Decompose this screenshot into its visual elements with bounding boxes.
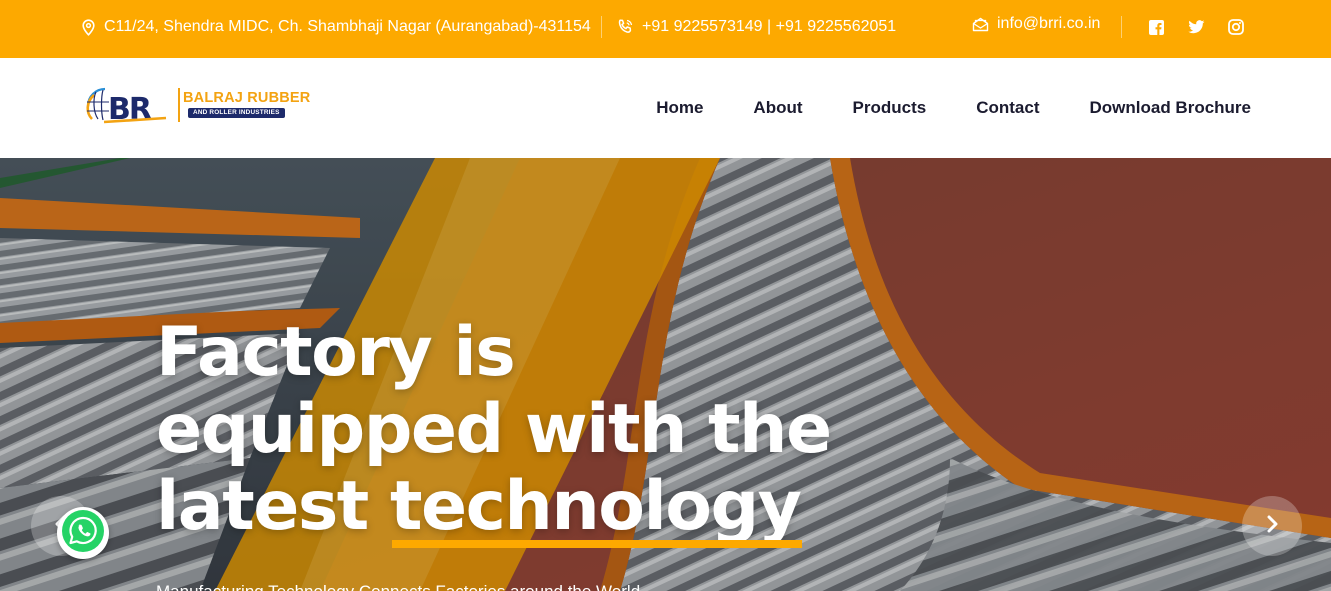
- headline-line-3: latest technology: [156, 467, 916, 548]
- email-info[interactable]: info@brri.co.in: [972, 0, 1100, 51]
- phone-icon: [616, 18, 634, 36]
- headline-line-1: Factory is: [156, 313, 516, 392]
- company-logo[interactable]: BR BALRAJ RUBBER AND ROLLER INDUSTRIES: [84, 84, 324, 130]
- instagram-icon[interactable]: [1227, 18, 1245, 36]
- hero-subline: Manufacturing Technology Connects Factor…: [156, 582, 640, 591]
- nav-download-brochure[interactable]: Download Brochure: [1089, 98, 1251, 118]
- hero-headline: Factory is equipped with the latest tech…: [156, 313, 916, 548]
- main-nav: Home About Products Contact Download Bro…: [606, 58, 1251, 158]
- nav-products[interactable]: Products: [853, 98, 927, 118]
- logo-mark-icon: BR: [86, 87, 167, 127]
- email-text: info@brri.co.in: [997, 15, 1101, 32]
- top-info-bar: C11/24, Shendra MIDC, Ch. Shambhaji Naga…: [0, 0, 1331, 58]
- headline-line-2: equipped with the: [156, 390, 832, 469]
- chevron-right-icon: [1265, 515, 1279, 538]
- facebook-icon[interactable]: [1147, 18, 1165, 36]
- address-info: C11/24, Shendra MIDC, Ch. Shambhaji Naga…: [81, 0, 591, 54]
- headline-line-3-text: latest: [156, 467, 390, 546]
- nav-home[interactable]: Home: [656, 98, 703, 118]
- divider: [1121, 16, 1122, 38]
- whatsapp-icon: [60, 508, 106, 559]
- address-text: C11/24, Shendra MIDC, Ch. Shambhaji Naga…: [104, 18, 591, 35]
- hero-slider: Factory is equipped with the latest tech…: [0, 158, 1331, 591]
- logo-divider: [178, 88, 180, 122]
- nav-about[interactable]: About: [753, 98, 802, 118]
- logo-tagline: AND ROLLER INDUSTRIES: [188, 108, 285, 118]
- logo-brand-name: BALRAJ RUBBER: [183, 90, 311, 106]
- whatsapp-chat-button[interactable]: [57, 507, 109, 559]
- divider: [601, 16, 602, 38]
- envelope-icon: [972, 17, 989, 32]
- slider-next-button[interactable]: [1242, 496, 1302, 556]
- site-header: BR BALRAJ RUBBER AND ROLLER INDUSTRIES H…: [0, 58, 1331, 158]
- phone-info[interactable]: +91 9225573149 | +91 9225562051: [616, 0, 896, 54]
- nav-contact[interactable]: Contact: [976, 98, 1039, 118]
- twitter-icon[interactable]: [1187, 18, 1205, 36]
- headline-highlight: technology: [389, 467, 802, 548]
- map-pin-icon: [81, 18, 96, 36]
- phone-text: +91 9225573149 | +91 9225562051: [642, 18, 897, 35]
